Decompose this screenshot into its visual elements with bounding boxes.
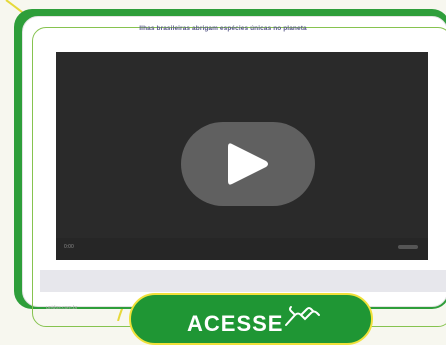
pointing-hand-icon (285, 306, 320, 326)
play-button[interactable] (181, 122, 315, 206)
video-title: Ilhas brasileiras abrigam espécies única… (139, 25, 307, 32)
access-button-label: ACESSE (187, 311, 284, 336)
play-icon (228, 143, 268, 185)
volume-control[interactable] (398, 245, 418, 249)
video-controls-bar[interactable]: 0:00 (56, 238, 428, 260)
player-bottom-band (40, 270, 446, 292)
video-time: 0:00 (64, 244, 74, 250)
footer-text: unidos.com.br (46, 305, 78, 311)
access-button[interactable]: ACESSE (129, 293, 373, 345)
